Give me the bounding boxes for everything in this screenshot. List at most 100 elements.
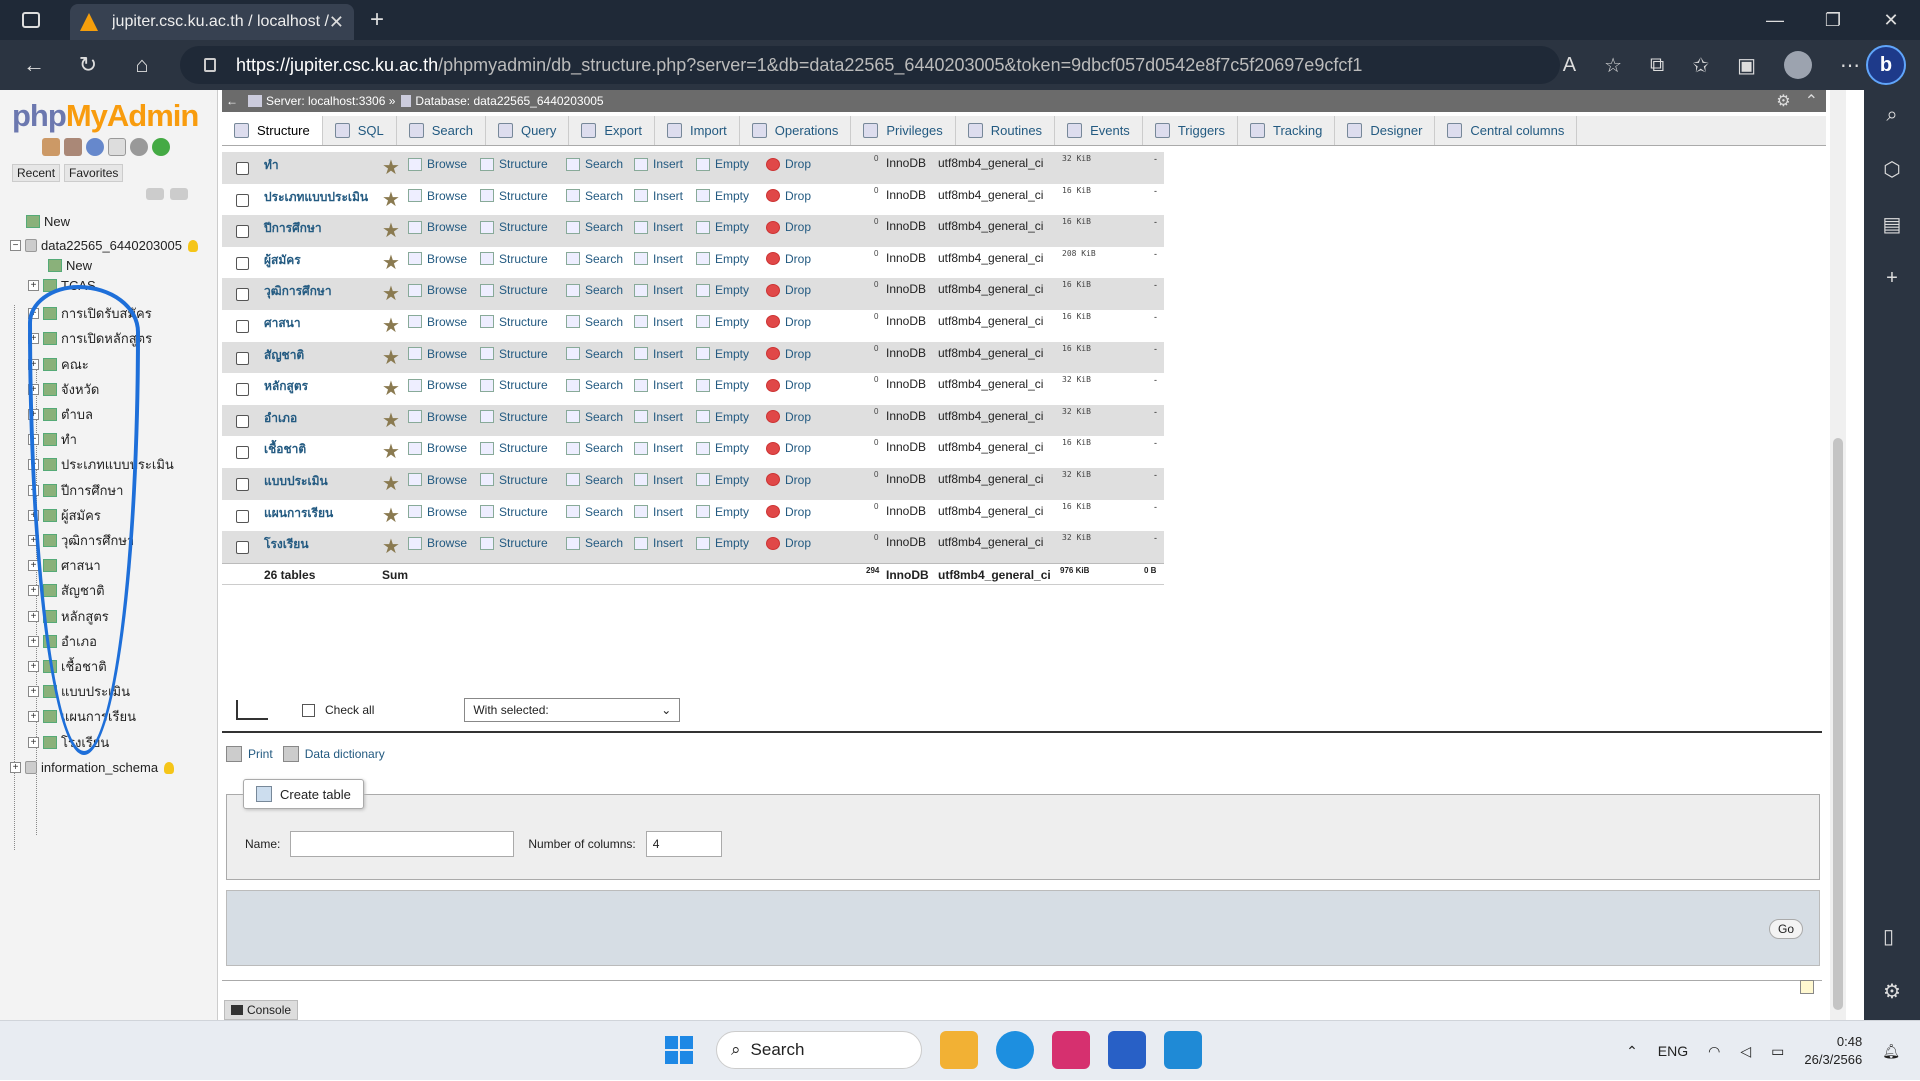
close-window-icon[interactable]: ✕ <box>1862 0 1920 40</box>
insert-action[interactable]: Insert <box>634 441 683 455</box>
browse-action[interactable]: Browse <box>408 283 467 297</box>
tab-structure[interactable]: Structure <box>222 116 323 145</box>
favorite-star-icon[interactable]: ★ <box>382 503 400 528</box>
sidebar-add-icon[interactable]: + <box>1886 267 1898 290</box>
expand-icon[interactable]: + <box>28 434 39 446</box>
structure-action[interactable]: Structure <box>480 410 548 424</box>
sidebar-games-icon[interactable]: ⬡ <box>1883 157 1900 182</box>
empty-action[interactable]: Empty <box>696 252 749 266</box>
collapse-nav-icon[interactable]: ← <box>226 94 238 108</box>
docs-icon[interactable] <box>86 138 104 156</box>
tab-operations[interactable]: Operations <box>740 116 852 145</box>
table-name-link[interactable]: วุฒิการศึกษา <box>264 282 332 301</box>
expand-icon[interactable]: + <box>28 484 39 496</box>
home-icon[interactable]: ⌂ <box>122 52 162 78</box>
drop-action[interactable]: Drop <box>766 347 811 361</box>
table-name-link[interactable]: แบบประเมิน <box>264 472 328 491</box>
search-action[interactable]: Search <box>566 220 623 234</box>
row-checkbox[interactable] <box>236 162 249 175</box>
expand-icon[interactable]: + <box>28 509 39 521</box>
sidebar-toggle-icon[interactable]: ▯ <box>1883 924 1901 949</box>
search-action[interactable]: Search <box>566 283 623 297</box>
favorite-star-icon[interactable]: ★ <box>382 250 400 275</box>
store-icon[interactable] <box>1108 1031 1146 1069</box>
expand-icon[interactable]: + <box>28 585 39 597</box>
table-name-link[interactable]: สัญชาติ <box>264 346 304 365</box>
browse-action[interactable]: Browse <box>408 536 467 550</box>
check-all-label[interactable]: Check all <box>325 703 374 717</box>
link-with-main-icon[interactable] <box>170 188 188 200</box>
structure-action[interactable]: Structure <box>480 536 548 550</box>
print-link[interactable]: Print <box>248 747 273 761</box>
console-toggle[interactable]: Console <box>224 1000 299 1020</box>
table-name-link[interactable]: ศาสนา <box>264 314 301 333</box>
favorite-star-icon[interactable]: ★ <box>382 534 400 559</box>
file-explorer-icon[interactable] <box>940 1031 978 1069</box>
search-action[interactable]: Search <box>566 347 623 361</box>
tab-actions-icon[interactable] <box>22 12 40 28</box>
empty-action[interactable]: Empty <box>696 536 749 550</box>
browse-action[interactable]: Browse <box>408 252 467 266</box>
insert-action[interactable]: Insert <box>634 536 683 550</box>
sidebar-outlook-icon[interactable]: ▤ <box>1883 212 1902 237</box>
home-icon[interactable] <box>42 138 60 156</box>
taskbar-search[interactable]: ⌕ Search <box>716 1031 922 1069</box>
expand-icon[interactable]: + <box>28 308 39 320</box>
table-name-link[interactable]: ปีการศึกษา <box>264 219 322 238</box>
table-name-link[interactable]: หลักสูตร <box>264 377 308 396</box>
reload-icon[interactable] <box>152 138 170 156</box>
structure-action[interactable]: Structure <box>480 315 548 329</box>
bing-copilot-icon[interactable]: b <box>1866 45 1906 85</box>
tree-table-item[interactable]: + TCAS <box>28 278 96 293</box>
new-tab-icon[interactable]: + <box>370 6 384 34</box>
browse-action[interactable]: Browse <box>408 410 467 424</box>
drop-action[interactable]: Drop <box>766 283 811 297</box>
tab-search[interactable]: Search <box>397 116 486 145</box>
settings-icon[interactable] <box>130 138 148 156</box>
favorite-star-icon[interactable]: ★ <box>382 218 400 243</box>
profile-avatar[interactable] <box>1784 51 1812 79</box>
expand-icon[interactable]: + <box>28 610 39 622</box>
sidebar-settings-icon[interactable]: ⚙ <box>1883 979 1901 1004</box>
table-name-input[interactable] <box>290 831 515 857</box>
browse-action[interactable]: Browse <box>408 315 467 329</box>
insert-action[interactable]: Insert <box>634 347 683 361</box>
insert-action[interactable]: Insert <box>634 473 683 487</box>
favorite-star-icon[interactable]: ★ <box>382 439 400 464</box>
structure-action[interactable]: Structure <box>480 505 548 519</box>
expand-icon[interactable]: + <box>28 280 39 291</box>
structure-action[interactable]: Structure <box>480 252 548 266</box>
notification-icon[interactable]: 🔔︎ <box>1882 1043 1900 1060</box>
main-scrollbar[interactable] <box>1830 90 1846 1020</box>
row-checkbox[interactable] <box>236 225 249 239</box>
address-bar[interactable]: https://jupiter.csc.ku.ac.th/phpmyadmin/… <box>180 46 1560 84</box>
tab-query[interactable]: Query <box>486 116 570 145</box>
favorites-icon[interactable]: ✩ <box>1692 53 1709 78</box>
row-checkbox[interactable] <box>236 477 249 491</box>
tree-table-item[interactable]: + จังหวัด <box>28 379 99 400</box>
tree-table-item[interactable]: + แผนการเรียน <box>28 706 136 727</box>
search-action[interactable]: Search <box>566 378 623 392</box>
insert-action[interactable]: Insert <box>634 315 683 329</box>
search-action[interactable]: Search <box>566 252 623 266</box>
collections-icon[interactable]: ▣ <box>1737 53 1756 78</box>
tree-table-item[interactable]: + ปีการศึกษา <box>28 480 123 501</box>
sidebar-search-icon[interactable]: ⌕ <box>1886 104 1897 127</box>
expand-icon[interactable]: + <box>28 711 39 723</box>
tab-events[interactable]: Events <box>1055 116 1143 145</box>
drop-action[interactable]: Drop <box>766 505 811 519</box>
phpmyadmin-logo[interactable]: phpMyAdmin <box>12 98 199 134</box>
scrollbar-thumb[interactable] <box>1833 438 1843 1010</box>
search-action[interactable]: Search <box>566 441 623 455</box>
tree-table-item[interactable]: + การเปิดหลักสูตร <box>28 328 152 349</box>
favorite-star-icon[interactable]: ★ <box>382 376 400 401</box>
structure-action[interactable]: Structure <box>480 378 548 392</box>
tree-table-item[interactable]: + โรงเรียน <box>28 732 109 753</box>
browse-action[interactable]: Browse <box>408 441 467 455</box>
row-checkbox[interactable] <box>236 351 249 365</box>
minimize-icon[interactable]: — <box>1746 0 1804 40</box>
structure-action[interactable]: Structure <box>480 347 548 361</box>
expand-icon[interactable]: + <box>28 358 39 370</box>
empty-action[interactable]: Empty <box>696 378 749 392</box>
tab-triggers[interactable]: Triggers <box>1143 116 1239 145</box>
